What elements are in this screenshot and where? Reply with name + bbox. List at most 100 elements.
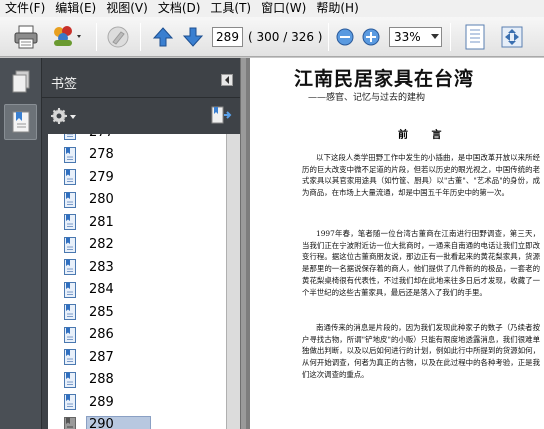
document-view[interactable]: 江南民居家具在台湾 ——感官、记忆与过去的建构 前 言 以下这段人类学田野工作中… xyxy=(246,58,544,429)
menu-tools[interactable]: 工具(T) xyxy=(205,0,256,17)
navigation-strip xyxy=(0,58,42,429)
zoom-value: 33% xyxy=(394,30,421,44)
bookmark-page-icon xyxy=(64,416,76,429)
bookmark-label: 288 xyxy=(89,372,114,387)
toolbar-separator xyxy=(140,23,141,51)
bookmark-page-icon xyxy=(64,304,76,320)
menu-edit[interactable]: 编辑(E) xyxy=(50,0,101,17)
bookmark-item[interactable]: 281 xyxy=(64,211,117,233)
fit-page-icon xyxy=(465,24,485,50)
bookmark-item[interactable]: 289 xyxy=(64,391,117,413)
options-menu-button[interactable] xyxy=(50,106,78,126)
zoom-out-icon xyxy=(336,28,354,46)
bookmark-page-icon xyxy=(64,371,76,388)
paragraph: 以下这段人类学田野工作中发生的小插曲，是中国改革开放以来所经历的巨大改变中微不足… xyxy=(302,153,540,198)
bookmark-item[interactable]: 279 xyxy=(64,166,117,188)
toolbar: 289 ( 300 / 326 ) 33% xyxy=(0,17,544,57)
bookmark-page-icon xyxy=(64,281,76,298)
previous-page-button[interactable] xyxy=(150,21,176,53)
bookmark-item[interactable]: 286 xyxy=(64,324,117,346)
expand-bookmark-button[interactable] xyxy=(210,106,232,126)
arrow-down-icon xyxy=(182,27,204,47)
bookmark-list: 277 278 279 280 281 282 283 284 285 286 287 288 289 2… xyxy=(48,134,226,429)
bookmark-page-icon xyxy=(64,134,76,140)
toolbar-separator xyxy=(450,23,451,51)
page-count: ( 300 / 326 ) xyxy=(248,30,323,44)
panel-title: 书签 xyxy=(51,77,78,92)
bookmark-label: 279 xyxy=(89,169,114,185)
bookmark-item[interactable]: 280 xyxy=(64,189,117,211)
collaborate-button[interactable] xyxy=(48,21,86,53)
sign-button[interactable] xyxy=(102,21,134,53)
bookmark-label: 283 xyxy=(89,259,114,275)
pen-icon xyxy=(107,26,129,48)
fit-page-button[interactable] xyxy=(460,21,490,53)
panel-header: 书签 xyxy=(42,58,240,98)
next-page-button[interactable] xyxy=(180,21,206,53)
arrow-up-icon xyxy=(152,27,174,47)
menu-view[interactable]: 视图(V) xyxy=(101,0,153,17)
pages-panel-button[interactable] xyxy=(4,64,37,100)
zoom-in-icon xyxy=(362,28,380,46)
bookmark-item[interactable]: 282 xyxy=(64,234,117,256)
zoom-select[interactable]: 33% xyxy=(389,27,442,47)
paragraph: 1997年春，笔者随一位台湾古董商在江南进行田野调查，第三天，当我们正在宁波附近… xyxy=(302,229,540,297)
bookmark-page-icon xyxy=(64,259,76,275)
bookmark-page-icon xyxy=(64,236,76,253)
bookmarks-panel-button[interactable] xyxy=(4,104,37,140)
fit-width-button[interactable] xyxy=(496,21,528,53)
menu-bar: 文件(F) 编辑(E) 视图(V) 文档(D) 工具(T) 窗口(W) 帮助(H… xyxy=(0,0,544,17)
bookmark-page-icon xyxy=(64,214,76,230)
bookmark-label: 281 xyxy=(89,214,114,230)
menu-help[interactable]: 帮助(H) xyxy=(311,0,363,17)
pages-icon xyxy=(12,70,29,93)
menu-file[interactable]: 文件(F) xyxy=(0,0,50,17)
bookmark-icon xyxy=(12,111,29,133)
fit-width-icon xyxy=(501,26,523,48)
panel-toolbar xyxy=(42,98,240,134)
bookmark-label: 286 xyxy=(89,327,114,342)
bookmark-label: 285 xyxy=(89,304,114,320)
zoom-out-button[interactable] xyxy=(334,21,356,53)
bookmark-item[interactable]: 285 xyxy=(64,301,117,323)
bookmark-label: 278 xyxy=(89,147,114,162)
document-page: 江南民居家具在台湾 ——感官、记忆与过去的建构 前 言 以下这段人类学田野工作中… xyxy=(250,58,544,429)
chevron-left-icon xyxy=(225,76,229,84)
paragraph: 南通传来的消息是片段的，因为我们发现此种家子的数子（乃续者按户寻找古物，所谓"铲… xyxy=(302,323,540,379)
bookmark-label: 277 xyxy=(86,134,117,141)
section-heading: 前 言 xyxy=(398,130,452,141)
bookmark-page-icon xyxy=(64,394,76,410)
bookmark-item[interactable]: 278 xyxy=(64,144,117,166)
bookmark-expand-icon xyxy=(211,106,232,124)
printer-icon xyxy=(14,25,38,49)
bookmark-page-icon xyxy=(64,146,76,163)
people-icon xyxy=(54,26,81,46)
bookmark-item[interactable]: 290 xyxy=(64,414,151,429)
menu-document[interactable]: 文档(D) xyxy=(153,0,206,17)
bookmark-label: 289 xyxy=(89,394,114,410)
toolbar-separator xyxy=(96,23,97,51)
bookmark-page-icon xyxy=(64,349,76,365)
bookmark-item[interactable]: 284 xyxy=(64,279,117,301)
bookmark-scrollbar[interactable] xyxy=(226,134,240,429)
bookmark-page-icon xyxy=(64,326,76,343)
bookmark-item[interactable]: 288 xyxy=(64,369,117,391)
collapse-panel-button[interactable] xyxy=(221,74,233,86)
bookmark-page-icon xyxy=(64,191,76,208)
bookmark-page-icon xyxy=(64,169,76,185)
document-subtitle: ——感官、记忆与过去的建构 xyxy=(308,93,426,103)
menu-window[interactable]: 窗口(W) xyxy=(256,0,311,17)
bookmark-label: 284 xyxy=(89,282,114,297)
bookmark-label: 280 xyxy=(89,192,114,207)
bookmark-label: 287 xyxy=(89,349,114,365)
bookmark-item[interactable]: 283 xyxy=(64,256,117,278)
print-button[interactable] xyxy=(10,21,42,53)
bookmark-label: 282 xyxy=(89,237,114,252)
bookmark-item[interactable]: 287 xyxy=(64,346,117,368)
bookmark-label: 290 xyxy=(86,416,151,429)
zoom-in-button[interactable] xyxy=(360,21,382,53)
document-title: 江南民居家具在台湾 xyxy=(294,68,475,90)
bookmark-item[interactable]: 277 xyxy=(64,134,117,143)
toolbar-separator xyxy=(328,23,329,51)
page-number-input[interactable]: 289 xyxy=(212,27,243,47)
